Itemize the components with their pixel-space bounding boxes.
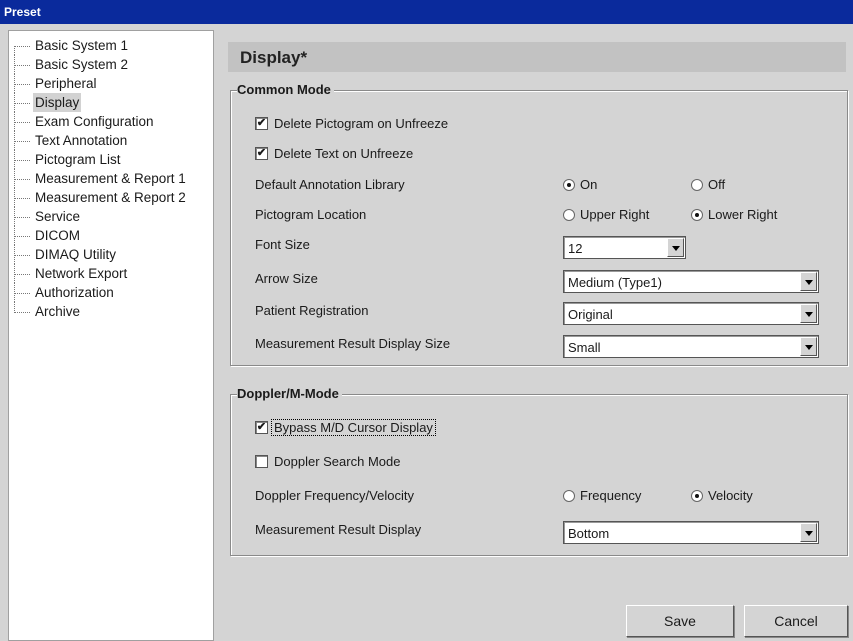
velocity-label[interactable]: Velocity <box>708 488 753 503</box>
window-title: Preset <box>4 5 41 19</box>
bypass-cursor-checkbox[interactable]: ✔ <box>255 421 268 434</box>
frequency-label[interactable]: Frequency <box>580 488 641 503</box>
patient-registration-select[interactable]: Original <box>563 302 819 325</box>
tree-item-network-export[interactable]: Network Export <box>9 264 209 283</box>
chevron-down-icon[interactable] <box>800 272 817 291</box>
annotation-library-off-radio[interactable] <box>691 179 703 191</box>
group-title-doppler-mode: Doppler/M-Mode <box>237 386 342 401</box>
annotation-library-on-radio[interactable] <box>563 179 575 191</box>
frequency-radio[interactable] <box>563 490 575 502</box>
tree-item-archive[interactable]: Archive <box>9 302 209 321</box>
pictogram-upper-right-radio[interactable] <box>563 209 575 221</box>
tree-item-display[interactable]: Display <box>9 93 209 112</box>
doppler-search-label[interactable]: Doppler Search Mode <box>274 454 400 469</box>
tree-item-basic-system-1[interactable]: Basic System 1 <box>9 36 209 55</box>
tree-item-pictogram-list[interactable]: Pictogram List <box>9 150 209 169</box>
pictogram-lower-right-radio[interactable] <box>691 209 703 221</box>
patient-registration-value: Original <box>568 307 613 322</box>
delete-pictogram-checkbox[interactable]: ✔ <box>255 117 268 130</box>
cancel-button[interactable]: Cancel <box>744 605 848 637</box>
arrow-size-value: Medium (Type1) <box>568 275 662 290</box>
chevron-down-icon[interactable] <box>800 304 817 323</box>
bypass-cursor-label[interactable]: Bypass M/D Cursor Display <box>271 419 436 436</box>
font-size-select[interactable]: 12 <box>563 236 686 259</box>
pictogram-lower-right-label[interactable]: Lower Right <box>708 207 777 222</box>
arrow-size-select[interactable]: Medium (Type1) <box>563 270 819 293</box>
tree-item-service[interactable]: Service <box>9 207 209 226</box>
doppler-search-checkbox[interactable] <box>255 455 268 468</box>
page-title: Display* <box>228 42 846 72</box>
tree-item-dimaq-utility[interactable]: DIMAQ Utility <box>9 245 209 264</box>
tree-item-measurement-report-2[interactable]: Measurement & Report 2 <box>9 188 209 207</box>
annotation-library-off-label[interactable]: Off <box>708 177 725 192</box>
annotation-library-label: Default Annotation Library <box>255 177 405 192</box>
tree-item-exam-configuration[interactable]: Exam Configuration <box>9 112 209 131</box>
annotation-library-on-label[interactable]: On <box>580 177 597 192</box>
delete-text-label[interactable]: Delete Text on Unfreeze <box>274 146 413 161</box>
pictogram-location-label: Pictogram Location <box>255 207 367 222</box>
save-button[interactable]: Save <box>626 605 734 637</box>
measurement-display-size-select[interactable]: Small <box>563 335 819 358</box>
measurement-display-value: Bottom <box>568 526 610 541</box>
delete-text-checkbox[interactable]: ✔ <box>255 147 268 160</box>
settings-panel: Display* Common Mode ✔ Delete Pictogram … <box>214 30 853 641</box>
preset-tree: Basic System 1 Basic System 2 Peripheral… <box>8 30 214 641</box>
tree-item-authorization[interactable]: Authorization <box>9 283 209 302</box>
doppler-mode-group: Doppler/M-Mode ✔ Bypass M/D Cursor Displ… <box>230 386 848 556</box>
font-size-value: 12 <box>568 241 583 256</box>
arrow-size-label: Arrow Size <box>255 271 318 286</box>
chevron-down-icon[interactable] <box>800 337 817 356</box>
freq-velocity-label: Doppler Frequency/Velocity <box>255 488 414 503</box>
delete-pictogram-label[interactable]: Delete Pictogram on Unfreeze <box>274 116 448 131</box>
pictogram-upper-right-label[interactable]: Upper Right <box>580 207 649 222</box>
group-title-common-mode: Common Mode <box>237 82 334 97</box>
tree-item-peripheral[interactable]: Peripheral <box>9 74 209 93</box>
tree-item-dicom[interactable]: DICOM <box>9 226 209 245</box>
window-titlebar: Preset <box>0 0 853 24</box>
measurement-display-size-value: Small <box>568 340 601 355</box>
patient-registration-label: Patient Registration <box>255 303 369 318</box>
velocity-radio[interactable] <box>691 490 703 502</box>
chevron-down-icon[interactable] <box>667 238 684 257</box>
chevron-down-icon[interactable] <box>800 523 817 542</box>
tree-item-measurement-report-1[interactable]: Measurement & Report 1 <box>9 169 209 188</box>
measurement-display-label: Measurement Result Display <box>255 522 422 537</box>
measurement-display-size-label: Measurement Result Display Size <box>255 336 451 351</box>
tree-item-text-annotation[interactable]: Text Annotation <box>9 131 209 150</box>
tree-item-basic-system-2[interactable]: Basic System 2 <box>9 55 209 74</box>
font-size-label: Font Size <box>255 237 310 252</box>
measurement-display-select[interactable]: Bottom <box>563 521 819 544</box>
common-mode-group: Common Mode ✔ Delete Pictogram on Unfree… <box>230 82 848 366</box>
